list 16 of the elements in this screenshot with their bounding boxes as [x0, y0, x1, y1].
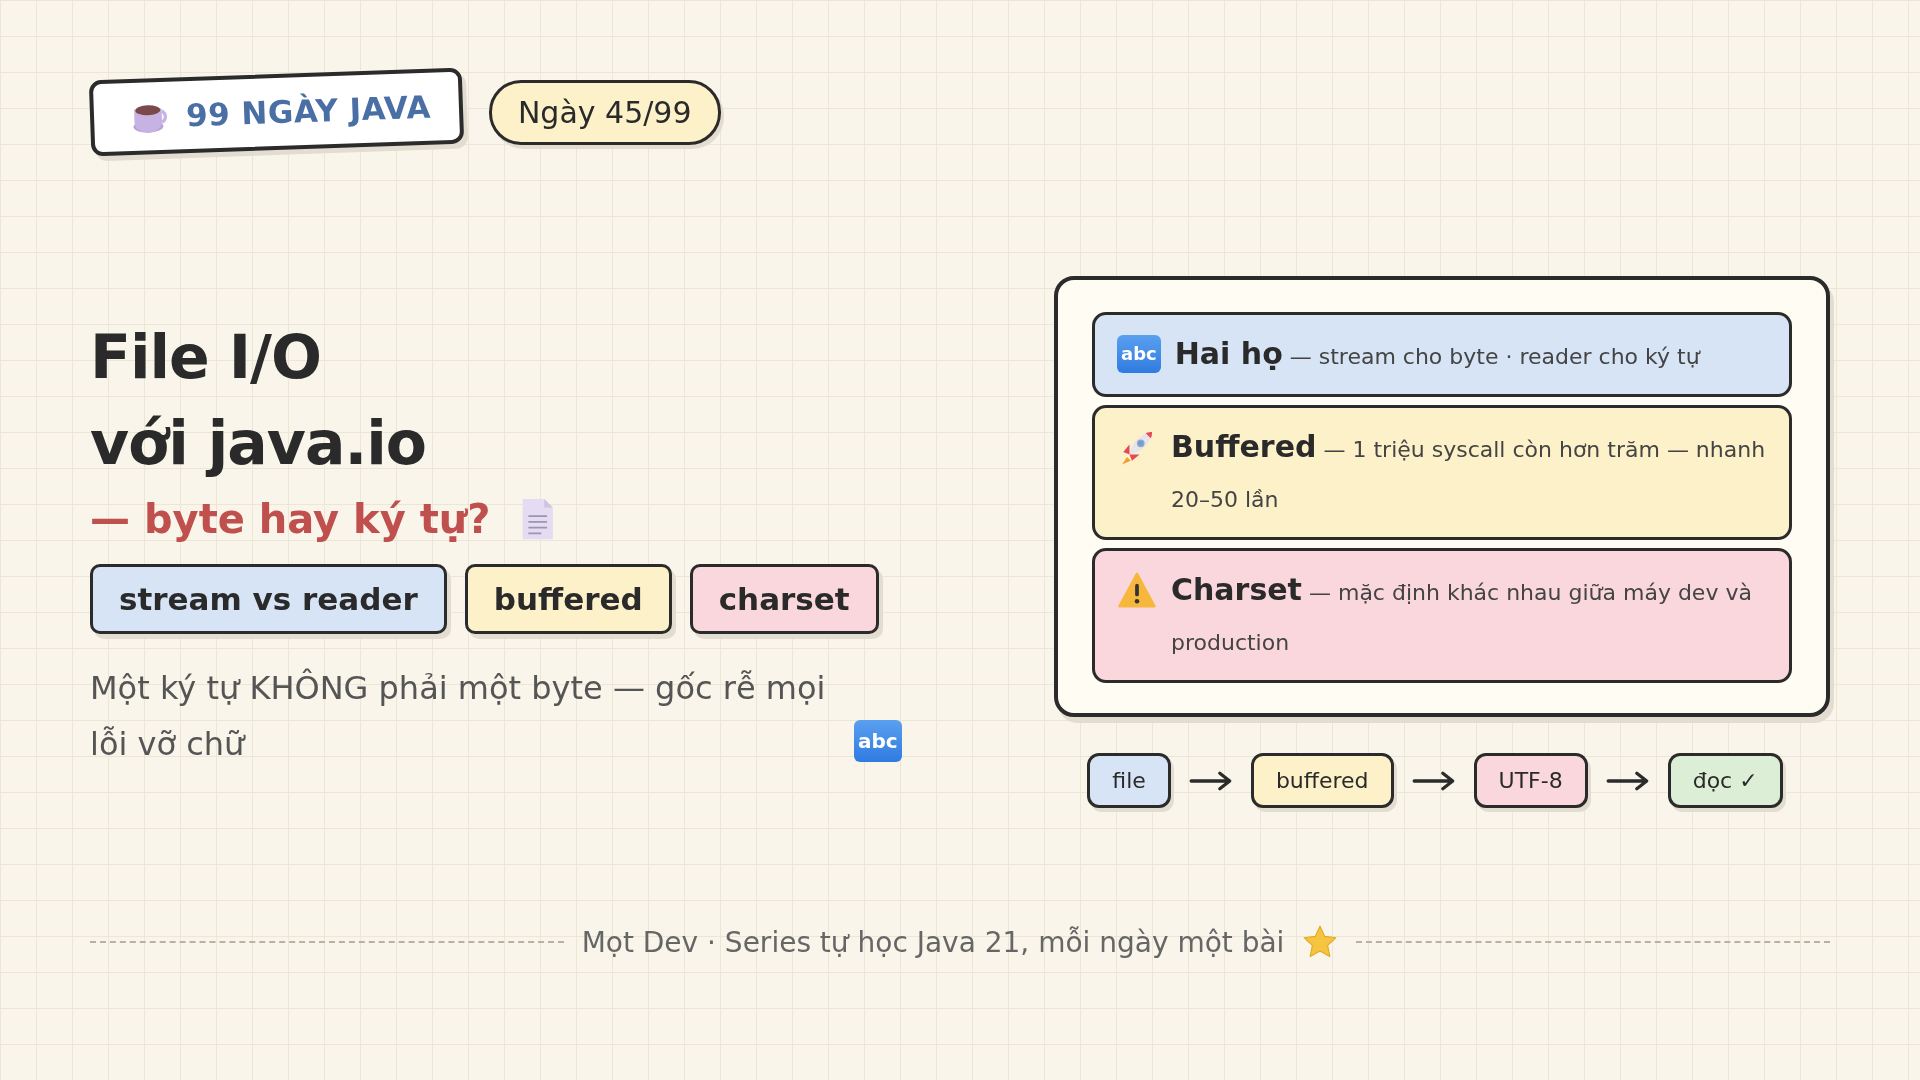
- lead-text: Một ký tự KHÔNG phải một byte — gốc rễ mọi lỗi vỡ chữ: [90, 667, 827, 765]
- arrow-icon: [1605, 769, 1650, 792]
- card-text: Charset — mặc định khác nhau giữa máy dev và production: [1171, 571, 1753, 657]
- arrow-icon: [1411, 769, 1456, 792]
- series-title: 99 NGÀY JAVA: [185, 88, 432, 134]
- slide-title: File I/O: [90, 321, 322, 394]
- star-icon: [1302, 924, 1339, 960]
- footer-text: Mọt Dev · Series tự học Java 21, mỗi ngày một bài: [581, 925, 1285, 959]
- card-text: Buffered — 1 triệu syscall còn hơn trăm — nhanh 20–50 lần: [1171, 428, 1767, 514]
- arrow-icon: [1188, 769, 1233, 792]
- slide-title: với java.io: [90, 407, 428, 480]
- card-text: Hai họ — stream cho byte · reader cho ký tự: [1174, 335, 1702, 373]
- slide-subtitle: — byte hay ký tự?: [90, 496, 491, 542]
- abc-icon: abc: [854, 720, 902, 762]
- warning-icon: [1117, 570, 1157, 610]
- abc-icon: abc: [1117, 335, 1161, 373]
